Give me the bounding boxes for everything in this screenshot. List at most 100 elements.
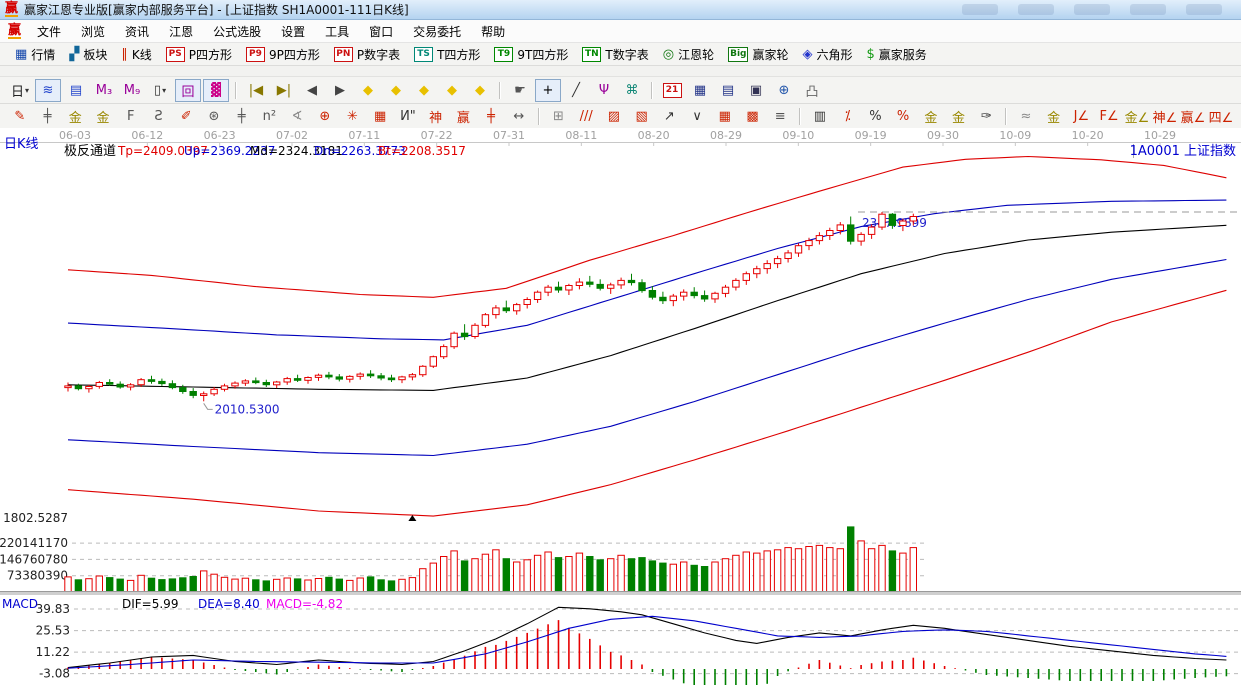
web-data-button[interactable]: ⊕: [771, 79, 797, 102]
pattern-tool-button[interactable]: ⌘: [619, 79, 645, 102]
toolbar-item-gann-wheel[interactable]: ◎江恩轮: [656, 45, 721, 64]
titlebar-ghost-button-2[interactable]: [1018, 4, 1054, 15]
gann-pattern-button[interactable]: 回: [175, 79, 201, 102]
menu-item-trade-order[interactable]: 交易委托: [403, 20, 471, 43]
percent-button[interactable]: %: [863, 105, 889, 128]
stats-bars-button[interactable]: ▥: [807, 105, 833, 128]
toolbar-item-hexagon[interactable]: ◈六角形: [796, 45, 860, 64]
price-chart-canvas[interactable]: 06-0306-1206-2307-0207-1107-2207-3108-11…: [0, 128, 1241, 685]
ying-grid-button[interactable]: 赢: [451, 105, 477, 128]
wave-3-button[interactable]: M₃: [91, 79, 117, 102]
menu-item-settings[interactable]: 设置: [271, 20, 315, 43]
last-page-button[interactable]: ▶|: [271, 79, 297, 102]
toolbar-item-t-square[interactable]: TST四方形: [407, 45, 487, 64]
comb-plain-button[interactable]: ╪: [229, 105, 255, 128]
menu-item-tools[interactable]: 工具: [315, 20, 359, 43]
shen-grid-button[interactable]: 神: [423, 105, 449, 128]
toolbar-item-winner-wheel[interactable]: Big赢家轮: [721, 45, 795, 64]
menu-item-formula-stock-pick[interactable]: 公式选股: [203, 20, 271, 43]
toolbar-item-t-number-table[interactable]: TNT数字表: [575, 45, 655, 64]
spiral-button[interactable]: Ƨ: [146, 105, 172, 128]
toolbar-item-quotes[interactable]: ▦行情: [8, 45, 62, 64]
notes-button[interactable]: ▤: [715, 79, 741, 102]
menu-item-news[interactable]: 资讯: [115, 20, 159, 43]
brush-chart-button[interactable]: ✐: [173, 105, 199, 128]
titlebar-ghost-button-4[interactable]: [1130, 4, 1166, 15]
expand-right-button[interactable]: ◆: [383, 79, 409, 102]
box-lines-button[interactable]: ⊞: [546, 105, 572, 128]
wave-box-button[interactable]: ≈: [1013, 105, 1039, 128]
toolbar-item-sectors[interactable]: ▞板块: [62, 45, 114, 64]
toolbar-item-nine-p-square[interactable]: P99P四方形: [239, 45, 327, 64]
brush-red-button[interactable]: ✎: [7, 105, 33, 128]
expand-left-button[interactable]: ◆: [355, 79, 381, 102]
v-waves-button[interactable]: ∨: [684, 105, 710, 128]
multi-lines-button[interactable]: ≡: [767, 105, 793, 128]
comb-f-button[interactable]: F: [118, 105, 144, 128]
zoom-in-button[interactable]: ◆: [439, 79, 465, 102]
expand-both-button[interactable]: ◆: [411, 79, 437, 102]
menu-item-help[interactable]: 帮助: [471, 20, 515, 43]
mirror-angle-button[interactable]: ∢: [284, 105, 310, 128]
angle-gold-button[interactable]: 金∠: [1124, 105, 1150, 128]
menu-item-gann[interactable]: 江恩: [159, 20, 203, 43]
width-measure-button[interactable]: ↔: [506, 105, 532, 128]
target-grid-button[interactable]: ▦: [367, 105, 393, 128]
percent-under-button[interactable]: %: [890, 105, 916, 128]
cycle-tool-button[interactable]: Ψ: [591, 79, 617, 102]
calculator-button[interactable]: ▦: [687, 79, 713, 102]
gold-comb-2-button[interactable]: 金: [90, 105, 116, 128]
angle-f-button[interactable]: F∠: [1096, 105, 1122, 128]
target-circle-button[interactable]: ⊕: [312, 105, 338, 128]
gold-comb-button[interactable]: 金: [62, 105, 88, 128]
first-page-button[interactable]: |◀: [243, 79, 269, 102]
fan-box-button[interactable]: ▨: [601, 105, 627, 128]
gold-line-button[interactable]: 金: [946, 105, 972, 128]
period-day-button[interactable]: 日▾: [7, 79, 33, 102]
red-grid-2-button[interactable]: ▩: [740, 105, 766, 128]
candle-style-button[interactable]: ▯▾: [147, 79, 173, 102]
toolbar-item-p-square[interactable]: PSP四方形: [159, 45, 239, 64]
ruler-123-button[interactable]: ╪: [478, 105, 504, 128]
k-quote-button[interactable]: И": [395, 105, 421, 128]
angle-si-button[interactable]: 四∠: [1208, 105, 1234, 128]
red-grid-button[interactable]: ▦: [712, 105, 738, 128]
chart-area[interactable]: 06-0306-1206-2307-0207-1107-2207-3108-11…: [0, 128, 1241, 685]
menu-item-window[interactable]: 窗口: [359, 20, 403, 43]
hand-tool-button[interactable]: ☛: [507, 79, 533, 102]
menu-item-file[interactable]: 文件: [27, 20, 71, 43]
prev-page-button[interactable]: ◀: [299, 79, 325, 102]
trend-arrows-button[interactable]: ↗: [657, 105, 683, 128]
angle-ying-button[interactable]: 赢∠: [1180, 105, 1206, 128]
n-squared-button[interactable]: n²: [256, 105, 282, 128]
fan-lines-button[interactable]: ///: [573, 105, 599, 128]
gold-box-button[interactable]: 金: [1041, 105, 1067, 128]
print-button[interactable]: 凸: [799, 79, 825, 102]
angle-shen-button[interactable]: 神∠: [1152, 105, 1178, 128]
comb-ruler-button[interactable]: ╪: [35, 105, 61, 128]
titlebar-ghost-button-1[interactable]: [962, 4, 998, 15]
toolbar-item-nine-t-square[interactable]: T99T四方形: [487, 45, 575, 64]
titlebar-ghost-button-3[interactable]: [1074, 4, 1110, 15]
gold-circle-button[interactable]: 金: [918, 105, 944, 128]
segment-tool-button[interactable]: ╱: [563, 79, 589, 102]
volume-profile-button[interactable]: ▓: [203, 79, 229, 102]
toolbar-item-p-number-table[interactable]: PNP数字表: [327, 45, 407, 64]
zoom-out-button[interactable]: ◆: [467, 79, 493, 102]
ink-brush-button[interactable]: ✑: [973, 105, 999, 128]
angle-j-button[interactable]: J∠: [1069, 105, 1095, 128]
globe-dial-button[interactable]: ⊛: [201, 105, 227, 128]
wave-9-button[interactable]: M₉: [119, 79, 145, 102]
crosshair-button[interactable]: +: [535, 79, 561, 102]
next-page-button[interactable]: ▶: [327, 79, 353, 102]
menu-item-browse[interactable]: 浏览: [71, 20, 115, 43]
info-panel-button[interactable]: ▤: [63, 79, 89, 102]
fan-box-2-button[interactable]: ▧: [629, 105, 655, 128]
wave-chart-button[interactable]: ≋: [35, 79, 61, 102]
save-button[interactable]: ▣: [743, 79, 769, 102]
calendar-21-button[interactable]: 21: [659, 79, 685, 102]
percent-cut-button[interactable]: ⁒: [835, 105, 861, 128]
target-star-button[interactable]: ✳: [340, 105, 366, 128]
toolbar-item-winner-service[interactable]: $赢家服务: [860, 45, 934, 64]
titlebar-ghost-button-5[interactable]: [1186, 4, 1222, 15]
